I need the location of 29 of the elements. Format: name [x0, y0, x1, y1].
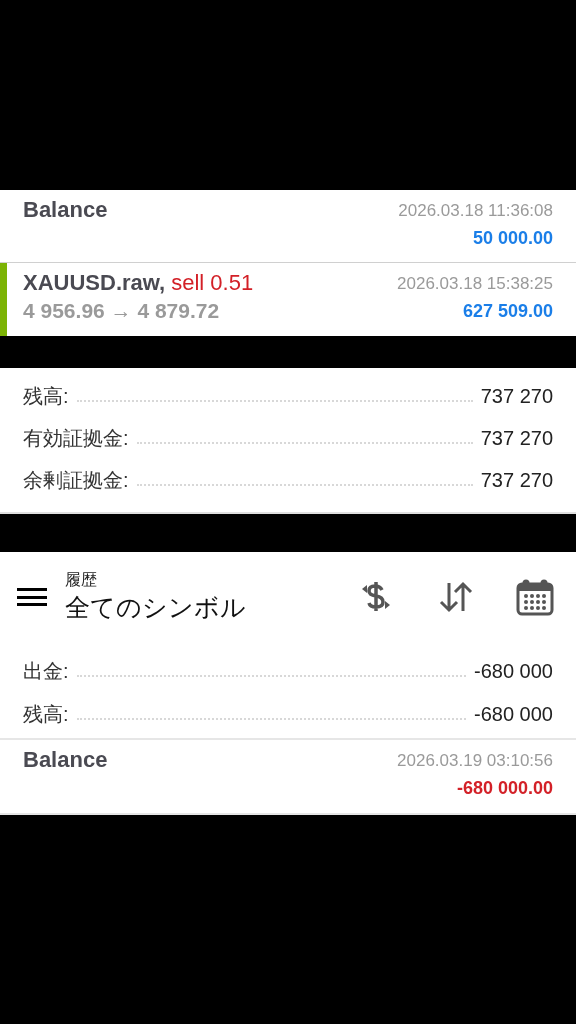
deal-title: Balance	[23, 196, 108, 224]
deal-time: 2026.03.18 15:38:25	[397, 273, 553, 295]
deal-amount: 627 509.00	[462, 300, 553, 323]
summary-value: 737 270	[480, 426, 553, 451]
summary-label: 残高:	[23, 384, 69, 409]
trade-side: sell 0.51	[171, 269, 254, 297]
summary-value: -680 000	[474, 659, 553, 684]
sort-icon[interactable]	[438, 581, 474, 613]
trade-prices: 4 956.96 → 4 879.72	[23, 298, 221, 324]
summary-value: 737 270	[480, 384, 553, 409]
deal-time: 2026.03.18 11:36:08	[398, 200, 553, 222]
deal-amount: -680 000.00	[456, 777, 553, 800]
summary-label: 出金:	[23, 659, 69, 684]
summary-value: -680 000	[474, 702, 553, 727]
deal-row[interactable]: XAUUSD.raw, sell 0.51 4 956.96 → 4 879.72 2026.03.18 15:38:25 627 509.00	[7, 263, 576, 336]
deal-time: 2026.03.19 03:10:56	[397, 750, 553, 772]
summary-value: 737 270	[480, 468, 553, 493]
deal-title: Balance	[23, 746, 108, 774]
summary-label: 残高:	[23, 702, 69, 727]
deal-amount: 50 000.00	[472, 227, 553, 250]
summary-label: 余剰証拠金:	[23, 468, 129, 493]
calendar-icon[interactable]	[516, 578, 554, 616]
deal-row[interactable]: Balance 2026.03.18 11:36:08 50 000.00	[7, 190, 576, 262]
deal-title: XAUUSD.raw,	[23, 269, 166, 297]
menu-icon[interactable]	[17, 586, 47, 608]
screen-title: 履歴	[65, 570, 98, 590]
deal-row[interactable]: Balance 2026.03.19 03:10:56 -680 000.00	[7, 740, 576, 813]
summary-label: 有効証拠金:	[23, 426, 129, 451]
symbol-filter[interactable]: 全てのシンボル	[65, 590, 356, 624]
